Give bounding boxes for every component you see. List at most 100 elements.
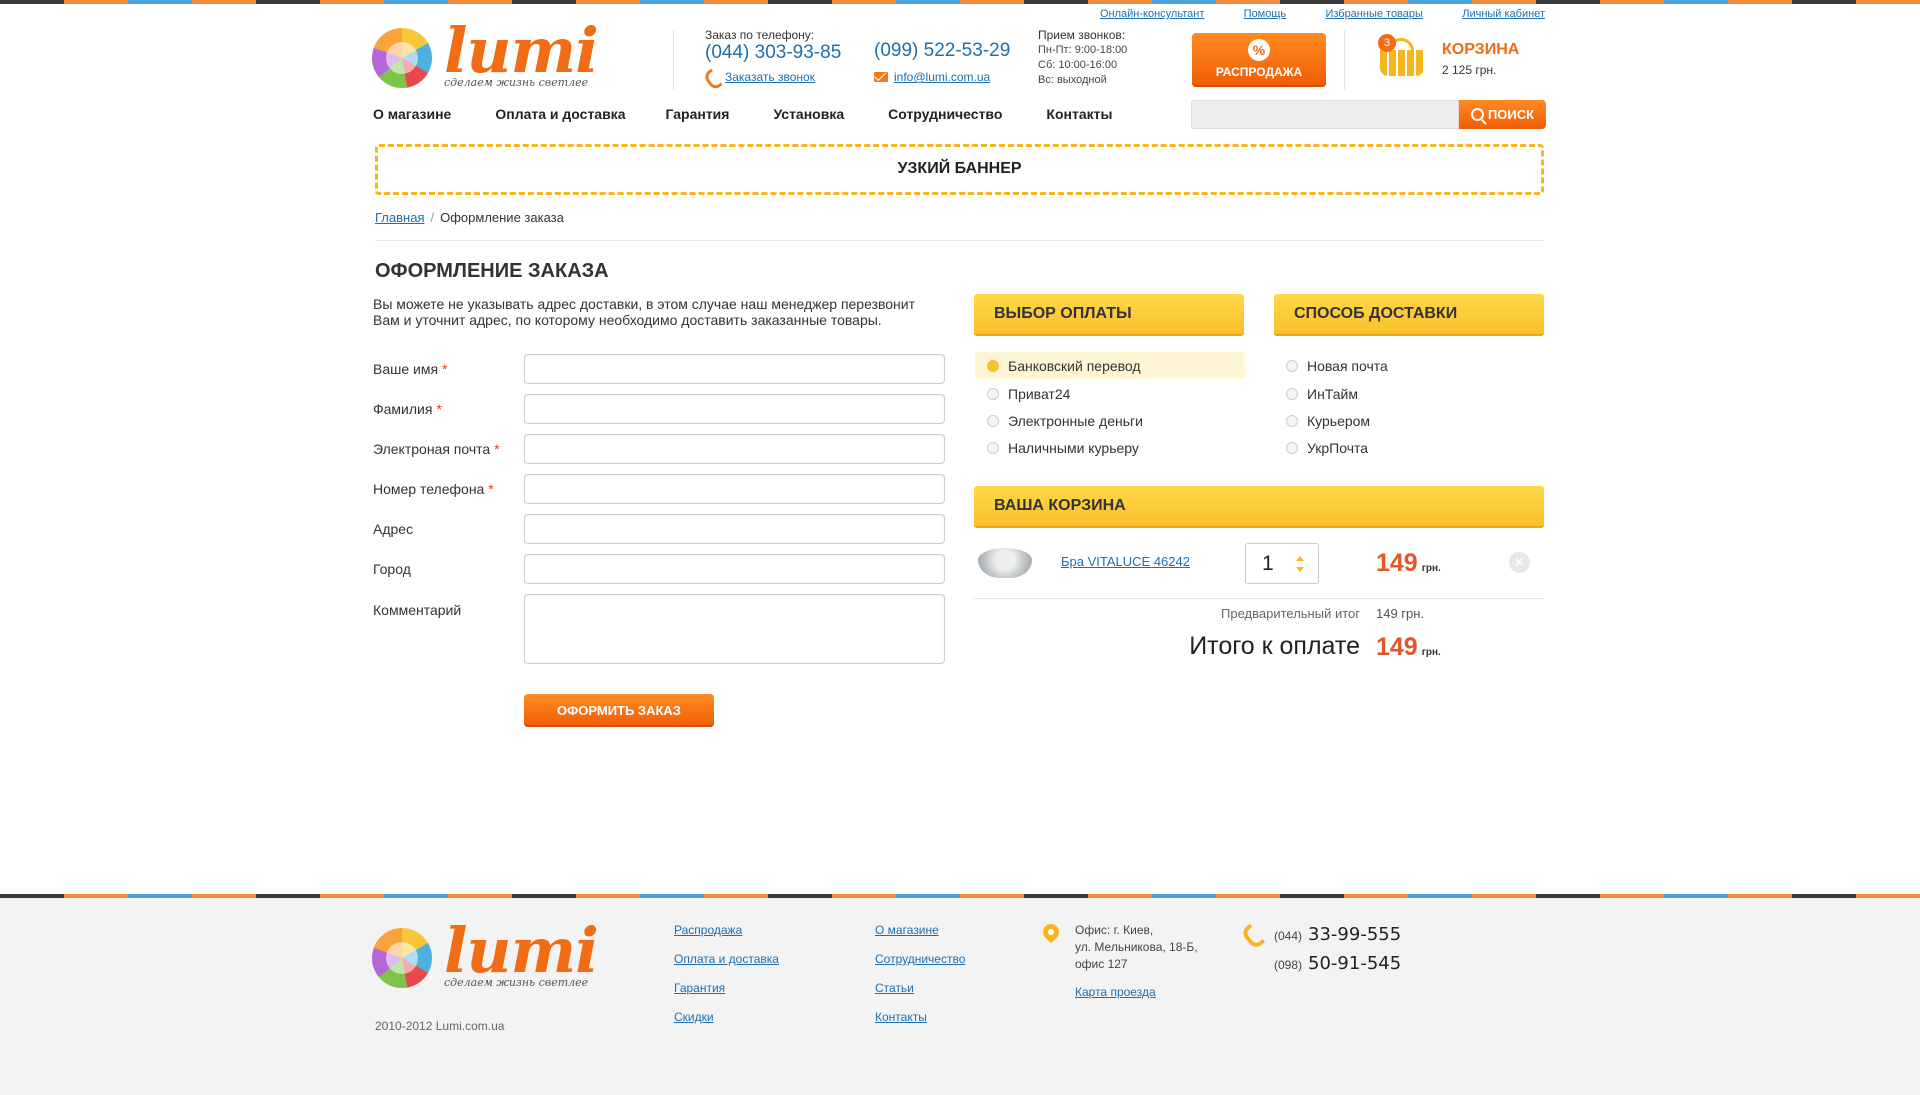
footer-logo[interactable]: lumi сделаем жизнь светлее [372, 914, 599, 992]
logo[interactable]: lumi сделаем жизнь светлее [372, 14, 599, 92]
phone-label: Заказ по телефону: [705, 28, 815, 42]
divider [673, 30, 674, 90]
payment-option-bank[interactable]: Банковский перевод [975, 352, 1245, 379]
required-mark: * [436, 401, 442, 417]
nav-contacts[interactable]: Контакты [1046, 106, 1112, 122]
field-label: Комментарий [373, 602, 462, 618]
address-field[interactable] [524, 514, 945, 544]
footer-link-discounts[interactable]: Скидки [674, 1003, 779, 1032]
radio [987, 387, 999, 400]
nav-warranty[interactable]: Гарантия [665, 106, 729, 122]
delivery-note: Вы можете не указывать адрес доставки, в… [373, 296, 916, 328]
breadcrumb: Главная / Оформление заказа [375, 210, 564, 225]
submit-order-button[interactable]: ОФОРМИТЬ ЗАКАЗ [524, 694, 714, 727]
payment-option-cash[interactable]: Наличными курьеру [975, 434, 1245, 461]
nav-installation[interactable]: Установка [773, 106, 844, 122]
delivery-option-nova-poshta[interactable]: Новая почта [1274, 352, 1544, 379]
required-mark: * [494, 441, 500, 457]
phone-field[interactable] [524, 474, 945, 504]
form-row-first-name: Ваше имя * [373, 354, 945, 384]
payment-option-privat24[interactable]: Приват24 [975, 380, 1245, 407]
nav-cooperation[interactable]: Сотрудничество [888, 106, 1002, 122]
form-row-email: Электроная почта * [373, 434, 945, 464]
product-thumbnail[interactable] [978, 548, 1032, 578]
search-input[interactable] [1191, 100, 1459, 129]
narrow-banner[interactable]: УЗКИЙ БАННЕР [375, 144, 1544, 195]
subtotal-label: Предварительный итог [1221, 606, 1360, 621]
increment-arrow-icon[interactable] [1296, 556, 1304, 561]
field-label: Адрес [373, 521, 414, 537]
cart-widget[interactable]: 3 КОРЗИНА 2 125 грн. [1378, 32, 1538, 82]
breadcrumb-home[interactable]: Главная [375, 210, 424, 225]
required-mark: * [488, 481, 494, 497]
footer-link-cooperation[interactable]: Сотрудничество [875, 945, 965, 974]
delivery-option-ukrposhta[interactable]: УкрПочта [1274, 434, 1544, 461]
map-link[interactable]: Карта проезда [1075, 985, 1156, 999]
email-field[interactable] [524, 434, 945, 464]
breadcrumb-separator: / [430, 210, 435, 225]
first-name-field[interactable] [524, 354, 945, 384]
sale-button[interactable]: % РАСПРОДАЖА [1192, 33, 1326, 87]
callback-link[interactable]: Заказать звонок [725, 70, 815, 84]
footer-link-about[interactable]: О магазине [875, 916, 965, 945]
footer-link-warranty[interactable]: Гарантия [674, 974, 779, 1003]
remove-item-icon[interactable]: × [1509, 552, 1530, 573]
footer-link-payment-delivery[interactable]: Оплата и доставка [674, 945, 779, 974]
product-link[interactable]: Бра VITALUCE 46242 [1061, 554, 1190, 569]
radio [987, 441, 999, 454]
phone-1: (044) 303-93-85 [705, 42, 842, 63]
toplink-account[interactable]: Личный кабинет [1462, 8, 1545, 20]
logo-tagline: сделаем жизнь светлее [444, 76, 589, 89]
divider [375, 240, 1544, 241]
hours-saturday: Сб: 10:00-16:00 [1038, 59, 1118, 71]
footer-link-sale[interactable]: Распродажа [674, 916, 779, 945]
toplink-online-consultant[interactable]: Онлайн-консультант [1100, 8, 1204, 20]
last-name-field[interactable] [524, 394, 945, 424]
city-field[interactable] [524, 554, 945, 584]
top-stripe [0, 0, 1920, 4]
footer-link-contacts[interactable]: Контакты [875, 1003, 965, 1032]
map-pin-icon [1039, 920, 1063, 946]
option-label: Приват24 [1008, 385, 1071, 402]
nav-about[interactable]: О магазине [373, 106, 451, 122]
radio-selected [987, 359, 999, 372]
comment-textarea[interactable] [524, 594, 945, 664]
hours-weekdays: Пн-Пт: 9:00-18:00 [1038, 44, 1128, 56]
toplink-help[interactable]: Помощь [1244, 8, 1287, 20]
option-label: Новая почта [1307, 357, 1388, 374]
nav-payment-delivery[interactable]: Оплата и доставка [495, 106, 625, 122]
hours-sunday: Вс: выходной [1038, 74, 1107, 86]
top-links: Онлайн-консультант Помощь Избранные това… [1100, 8, 1545, 20]
call-hours: Прием звонков: Пн-Пт: 9:00-18:00 Сб: 10:… [1038, 28, 1127, 88]
field-label: Город [373, 561, 411, 577]
office-address: Офис: г. Киев, ул. Мельникова, 18-Б, офи… [1075, 923, 1198, 971]
form-row-city: Город [373, 554, 945, 584]
item-price: 149 грн. [1376, 549, 1441, 577]
cart-count-badge: 3 [1378, 34, 1396, 52]
sale-label: РАСПРОДАЖА [1215, 65, 1303, 79]
search-button[interactable]: ПОИСК [1459, 100, 1546, 129]
email-link[interactable]: info@lumi.com.ua [894, 70, 990, 84]
toplink-favorites[interactable]: Избранные товары [1325, 8, 1423, 20]
footer-links-2: О магазине Сотрудничество Статьи Контакт… [875, 916, 965, 1032]
decrement-arrow-icon[interactable] [1296, 567, 1304, 572]
quantity-stepper[interactable]: 1 [1245, 543, 1319, 584]
radio [1286, 387, 1298, 400]
payment-header: ВЫБОР ОПЛАТЫ [974, 294, 1244, 334]
footer-link-articles[interactable]: Статьи [875, 974, 965, 1003]
footer-phone-1: (044) 33-99-555 [1274, 924, 1402, 945]
phone-icon [1243, 924, 1263, 944]
delivery-option-courier[interactable]: Курьером [1274, 407, 1544, 434]
option-label: УкрПочта [1307, 439, 1369, 456]
total-label: Итого к оплате [1189, 632, 1360, 660]
payment-option-emoney[interactable]: Электронные деньги [975, 407, 1245, 434]
radio [1286, 441, 1298, 454]
total-value: 149 грн. [1376, 633, 1441, 661]
option-label: Курьером [1307, 412, 1371, 429]
search-icon [1470, 108, 1484, 121]
cart-title: КОРЗИНА [1442, 41, 1520, 58]
delivery-option-intime[interactable]: ИнТайм [1274, 380, 1544, 407]
delivery-header: СПОСОБ ДОСТАВКИ [1274, 294, 1544, 334]
footer-phone-2: (098) 50-91-545 [1274, 953, 1402, 974]
hours-title: Прием звонков: [1038, 28, 1126, 42]
